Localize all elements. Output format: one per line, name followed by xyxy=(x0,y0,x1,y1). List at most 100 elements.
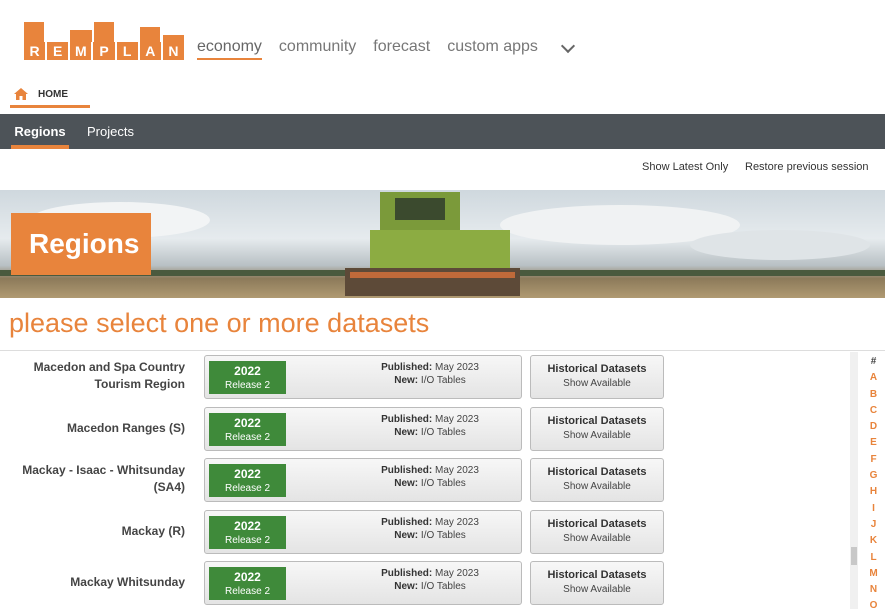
index-letter-l[interactable]: L xyxy=(862,550,885,566)
new-items: I/O Tables xyxy=(420,427,466,438)
index-letter-d[interactable]: D xyxy=(862,419,885,435)
nav-economy[interactable]: economy xyxy=(197,38,262,60)
release-year: 2022 xyxy=(234,519,261,533)
release-badge[interactable]: 2022 Release 2 xyxy=(209,567,286,600)
index-letter-b[interactable]: B xyxy=(862,387,885,403)
show-latest-only-link[interactable]: Show Latest Only xyxy=(642,161,728,173)
breadcrumb-home[interactable]: HOME xyxy=(38,89,68,100)
new-items: I/O Tables xyxy=(420,530,466,541)
release-badge[interactable]: 2022 Release 2 xyxy=(209,516,286,549)
table-row: Mackay - Isaac - Whitsunday (SA4) 2022 R… xyxy=(0,455,860,503)
release-year: 2022 xyxy=(234,570,261,584)
logo-letter: N xyxy=(162,42,184,60)
historical-datasets-button[interactable]: Historical Datasets Show Available xyxy=(530,458,664,502)
new-items: I/O Tables xyxy=(420,375,466,386)
historical-subtitle: Show Available xyxy=(563,533,631,544)
chevron-down-icon[interactable] xyxy=(560,38,576,54)
index-letter-f[interactable]: F xyxy=(862,452,885,468)
region-name: Macedon and Spa Country Tourism Region xyxy=(33,360,185,391)
new-items: I/O Tables xyxy=(420,581,466,592)
historical-datasets-button[interactable]: Historical Datasets Show Available xyxy=(530,561,664,605)
historical-subtitle: Show Available xyxy=(563,430,631,441)
region-name: Mackay - Isaac - Whitsunday (SA4) xyxy=(22,463,185,494)
new-label: New: xyxy=(394,375,419,386)
release-badge[interactable]: 2022 Release 2 xyxy=(209,413,286,446)
dataset-button[interactable]: 2022 Release 2 Published: May 2023 New: … xyxy=(204,407,522,451)
release-label: Release 2 xyxy=(224,586,271,597)
published-label: Published: xyxy=(381,568,433,579)
index-letter-a[interactable]: A xyxy=(862,370,885,386)
dataset-button[interactable]: 2022 Release 2 Published: May 2023 New: … xyxy=(204,510,522,554)
historical-datasets-button[interactable]: Historical Datasets Show Available xyxy=(530,355,664,399)
historical-subtitle: Show Available xyxy=(563,584,631,595)
index-letter-h[interactable]: H xyxy=(862,484,885,500)
published-label: Published: xyxy=(381,465,433,476)
release-year: 2022 xyxy=(234,467,261,481)
release-label: Release 2 xyxy=(224,483,271,494)
index-letter-c[interactable]: C xyxy=(862,403,885,419)
table-row: Macedon and Spa Country Tourism Region 2… xyxy=(0,352,860,400)
home-icon[interactable] xyxy=(14,88,28,100)
new-items: I/O Tables xyxy=(420,478,466,489)
publish-info: Published: May 2023 New: I/O Tables xyxy=(345,413,515,439)
nav-community[interactable]: community xyxy=(279,38,356,60)
release-label: Release 2 xyxy=(224,535,271,546)
index-letter-hash[interactable]: # xyxy=(862,354,885,370)
published-label: Published: xyxy=(381,517,433,528)
breadcrumb: HOME xyxy=(10,88,90,108)
main-nav: economy community forecast custom apps xyxy=(197,38,538,60)
index-letter-k[interactable]: K xyxy=(862,533,885,549)
logo-letter: L xyxy=(116,42,138,60)
publish-info: Published: May 2023 New: I/O Tables xyxy=(345,464,515,490)
tab-regions[interactable]: Regions xyxy=(11,114,69,149)
tab-projects[interactable]: Projects xyxy=(87,114,134,149)
historical-title: Historical Datasets xyxy=(547,415,647,427)
scrollbar-track[interactable] xyxy=(850,352,858,609)
index-letter-e[interactable]: E xyxy=(862,435,885,451)
region-name: Mackay (R) xyxy=(121,523,185,538)
new-label: New: xyxy=(394,427,419,438)
new-label: New: xyxy=(394,530,419,541)
published-date: May 2023 xyxy=(434,362,479,373)
logo-letter: P xyxy=(93,42,115,60)
region-name: Macedon Ranges (S) xyxy=(66,420,185,435)
historical-subtitle: Show Available xyxy=(563,378,631,389)
dataset-button[interactable]: 2022 Release 2 Published: May 2023 New: … xyxy=(204,458,522,502)
historical-datasets-button[interactable]: Historical Datasets Show Available xyxy=(530,510,664,554)
release-year: 2022 xyxy=(234,364,261,378)
publish-info: Published: May 2023 New: I/O Tables xyxy=(345,516,515,542)
index-letter-g[interactable]: G xyxy=(862,468,885,484)
breadcrumb-underline xyxy=(10,105,90,108)
table-row: Mackay Whitsunday 2022 Release 2 Publish… xyxy=(0,558,860,606)
new-label: New: xyxy=(394,581,419,592)
published-date: May 2023 xyxy=(434,517,479,528)
published-label: Published: xyxy=(381,362,433,373)
published-label: Published: xyxy=(381,414,433,425)
alphabet-index: # A B C D E F G H I J K L M N O xyxy=(850,352,885,611)
historical-datasets-button[interactable]: Historical Datasets Show Available xyxy=(530,407,664,451)
banner-title: Regions xyxy=(11,213,151,275)
divider xyxy=(0,350,885,351)
dataset-button[interactable]: 2022 Release 2 Published: May 2023 New: … xyxy=(204,561,522,605)
release-badge[interactable]: 2022 Release 2 xyxy=(209,464,286,497)
index-letter-i[interactable]: I xyxy=(862,501,885,517)
index-letter-o[interactable]: O xyxy=(862,598,885,614)
release-badge[interactable]: 2022 Release 2 xyxy=(209,361,286,394)
index-letter-n[interactable]: N xyxy=(862,582,885,598)
release-label: Release 2 xyxy=(224,432,271,443)
dataset-button[interactable]: 2022 Release 2 Published: May 2023 New: … xyxy=(204,355,522,399)
historical-title: Historical Datasets xyxy=(547,569,647,581)
published-date: May 2023 xyxy=(434,568,479,579)
index-letter-j[interactable]: J xyxy=(862,517,885,533)
nav-forecast[interactable]: forecast xyxy=(373,38,430,60)
remplan-logo[interactable]: R E M P L A N xyxy=(24,22,184,60)
page-prompt: please select one or more datasets xyxy=(9,308,430,338)
release-label: Release 2 xyxy=(224,380,271,391)
published-date: May 2023 xyxy=(434,414,479,425)
scrollbar-thumb[interactable] xyxy=(851,547,857,565)
nav-custom-apps[interactable]: custom apps xyxy=(447,38,538,60)
restore-session-link[interactable]: Restore previous session xyxy=(745,161,869,173)
logo-letter: A xyxy=(139,42,161,60)
index-letter-m[interactable]: M xyxy=(862,566,885,582)
table-row: Mackay (R) 2022 Release 2 Published: May… xyxy=(0,507,860,555)
